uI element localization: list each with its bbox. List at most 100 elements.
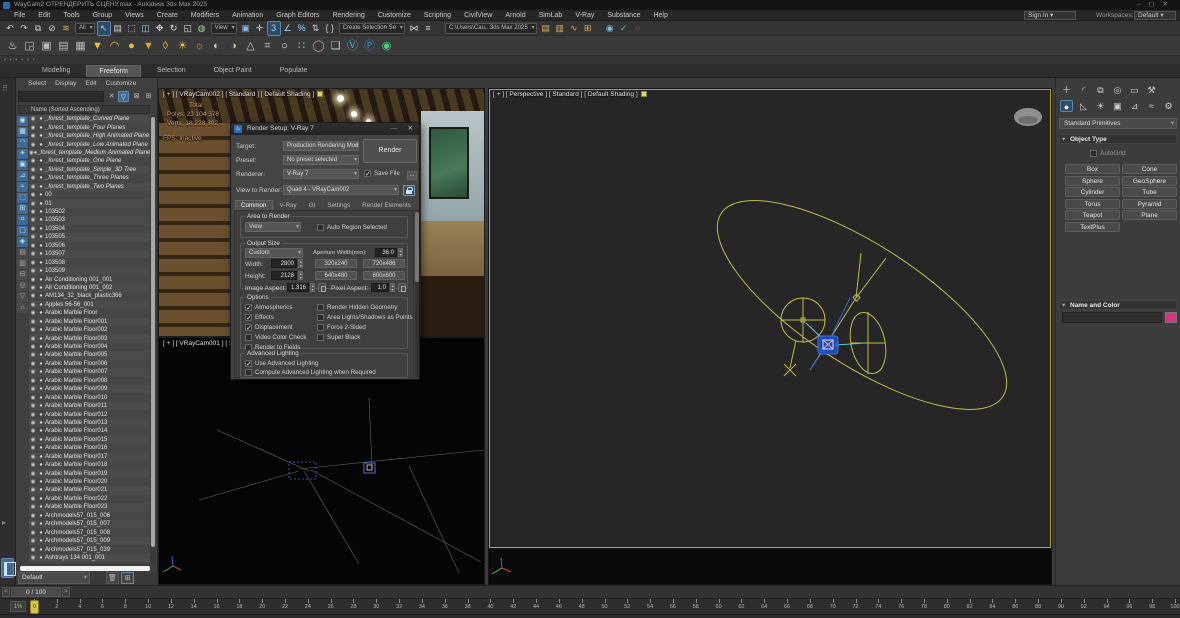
freeze-dot-icon[interactable]: ● [37,184,45,190]
visibility-eye-icon[interactable]: ◉ [29,302,37,308]
visibility-eye-icon[interactable]: ◉ [29,336,37,342]
sort-icon[interactable]: ▤ [17,248,28,258]
image-aspect-lock-icon[interactable] [318,283,326,292]
pixel-aspect-field[interactable]: 1.0 [371,283,389,292]
freeze-dot-icon[interactable]: ● [37,285,45,291]
list-item[interactable]: ◉●Archmodels57_015_008 [29,528,150,536]
list-item[interactable]: ◉●Arabic Marble Floor007 [29,368,150,376]
object-type-button-geosphere[interactable]: GeoSphere [1122,176,1177,186]
snap-toggle-3d-icon[interactable]: 3 [267,21,281,36]
vray-swatches-icon[interactable]: ∷ [293,37,310,55]
list-item[interactable]: ◉●Archmodels57_015_006 [29,512,150,520]
visibility-eye-icon[interactable]: ◉ [29,192,37,198]
freeze-dot-icon[interactable]: ● [37,209,45,215]
freeze-dot-icon[interactable]: ● [37,133,45,139]
save-file-checkbox[interactable] [364,170,371,177]
menu-item-file[interactable]: File [14,12,25,19]
visibility-eye-icon[interactable]: ◉ [29,530,37,536]
utilities-tab-icon[interactable]: ⚒ [1145,84,1158,96]
spinner-snap-icon[interactable]: ⇅ [309,22,323,35]
object-color-swatch[interactable] [1165,312,1177,323]
object-type-button-teapot[interactable]: Teapot [1065,210,1120,220]
freeze-dot-icon[interactable]: ● [37,538,45,544]
select-and-move-icon[interactable]: ✥ [153,22,167,35]
window-crossing-icon[interactable]: ◫ [139,22,153,35]
teapot-render-icon[interactable]: ♨ [4,37,21,55]
size-preset-button-800x600[interactable]: 800x600 [363,271,405,280]
target-dropdown[interactable]: Production Rendering Mode [283,141,359,151]
list-item[interactable]: ◉●_forest_template_Two Planes [29,183,150,191]
menu-item-edit[interactable]: Edit [38,12,50,19]
checkbox-compute-advanced-lighting-when-required[interactable] [245,369,252,376]
freeze-dot-icon[interactable]: ● [37,251,45,257]
freeze-dot-icon[interactable]: ● [37,192,45,198]
phoenix-icon[interactable]: Ⓟ [361,37,378,55]
list-item[interactable]: ◉●_forest_template_Simple_3D Tree [29,166,150,174]
freeze-dot-icon[interactable]: ● [37,293,45,299]
freeze-dot-icon[interactable]: ● [37,302,45,308]
object-type-button-cone[interactable]: Cone [1122,164,1177,174]
vray-frame-buffer-icon[interactable]: ❏ [327,37,344,55]
list-item[interactable]: ◉●103504 [29,225,150,233]
viewport-label[interactable]: [ + ] [ Perspective ] [ Standard ] [ Def… [493,91,647,98]
display-containers-icon[interactable]: ▢ [17,226,28,236]
height-field[interactable]: 2128 [271,271,297,280]
freeze-dot-icon[interactable]: ● [37,234,45,240]
image-aspect-field[interactable]: 1.316 [287,283,309,292]
filter-funnel-icon[interactable]: ▽ [17,292,28,302]
menu-item-rendering[interactable]: Rendering [332,12,364,19]
vray-sun-icon[interactable]: ☀ [174,37,191,55]
freeze-dot-icon[interactable]: ● [37,260,45,266]
auto-region-checkbox[interactable] [317,224,324,231]
menu-item-help[interactable]: Help [653,12,667,19]
display-tab-icon[interactable]: ▭ [1128,84,1141,96]
helpers-category-icon[interactable]: ⊿ [1128,100,1141,112]
list-item[interactable]: ◉●Arabic Marble Floor020 [29,478,150,486]
display-cameras-icon[interactable]: ▣ [17,160,28,170]
freeze-dot-icon[interactable]: ● [37,175,45,181]
freeze-dot-icon[interactable]: ● [37,361,45,367]
explorer-layout-icon[interactable]: ⊞ [121,572,134,584]
list-item[interactable]: ◉●Arabic Marble Floor014 [29,427,150,435]
vray-displace-icon[interactable]: ⌗ [259,37,276,55]
spacewarps-category-icon[interactable]: ≈ [1145,100,1158,112]
list-item[interactable]: ◉●103506 [29,242,150,250]
list-item[interactable]: ◉●Arabic Marble Floor013 [29,419,150,427]
freeze-dot-icon[interactable]: ● [37,125,45,131]
chaos-player-icon[interactable]: ◉ [378,37,395,55]
visibility-eye-icon[interactable]: ◉ [29,167,37,173]
list-item[interactable]: ◉●103508 [29,258,150,266]
visibility-eye-icon[interactable]: ◉ [29,209,37,215]
freeze-dot-icon[interactable]: ● [37,428,45,434]
freeze-dot-icon[interactable]: ● [37,437,45,443]
list-item[interactable]: ◉●Arabic Marble Floor012 [29,410,150,418]
freeze-dot-icon[interactable]: ● [37,268,45,274]
viewport-perspective[interactable]: [ + ] [ Perspective ] [ Standard ] [ Def… [488,88,1052,585]
percent-snap-icon[interactable]: % [295,22,309,35]
height-spinner[interactable]: ▲▼ [298,271,303,280]
visibility-eye-icon[interactable]: ◉ [29,412,37,418]
redo-icon[interactable]: ↷ [17,22,31,35]
named-selection-set-dropdown[interactable]: Create Selection Se [339,23,405,34]
visibility-eye-icon[interactable]: ◉ [29,226,37,232]
vray-palette-icon[interactable]: ◯ [310,37,327,55]
visibility-eye-icon[interactable]: ◉ [29,352,37,358]
freeze-dot-icon[interactable]: ● [37,471,45,477]
freeze-dot-icon[interactable]: ● [37,445,45,451]
freeze-dot-icon[interactable]: ● [37,412,45,418]
curve-editor-icon[interactable]: ∿ [567,22,581,35]
freeze-dot-icon[interactable]: ● [37,530,45,536]
workspace-dropdown[interactable]: Default ▾ [1134,11,1176,20]
ribbon-tab-object-paint[interactable]: Object Paint [202,65,264,76]
freeze-dot-icon[interactable]: ● [37,420,45,426]
horizontal-scrollbar[interactable] [20,566,150,571]
dialog-tab-common[interactable]: Common [235,200,273,210]
freeze-dot-icon[interactable]: ● [37,462,45,468]
dock-expand-icon[interactable]: ▸ [2,518,6,527]
key-filter-button[interactable]: 1% [10,601,26,612]
object-type-rollout[interactable]: Object Type [1059,134,1177,144]
list-item[interactable]: ◉●_forest_template_Four Planes [29,123,150,131]
list-item[interactable]: ◉●Apples 56-56_001 [29,301,150,309]
freeze-dot-icon[interactable]: ● [37,226,45,232]
list-item[interactable]: ◉●Arabic Marble Floor023 [29,503,150,511]
